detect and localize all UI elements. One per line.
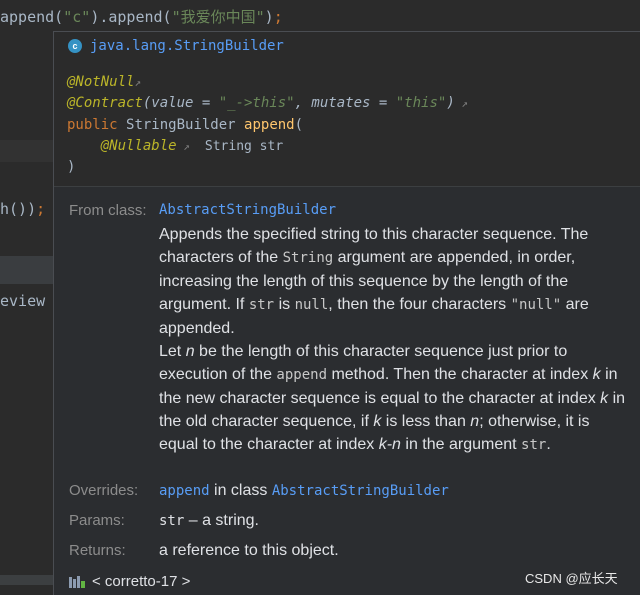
overrides-class-link[interactable]: AbstractStringBuilder bbox=[272, 483, 449, 499]
string-literal: "我爱你中国" bbox=[171, 8, 265, 26]
editor-current-line bbox=[0, 256, 54, 284]
external-link-arrow-icon[interactable]: ↗ bbox=[134, 76, 141, 89]
parameter-line: @Nullable ↗ String str bbox=[67, 138, 283, 154]
contract-annotation-line: @Contract(value = "_->this", mutates = "… bbox=[67, 95, 468, 111]
contract-value: "_->this" bbox=[218, 95, 295, 111]
param-name: str bbox=[159, 513, 185, 529]
returns-value: a reference to this object. bbox=[159, 542, 339, 559]
method-name: append bbox=[244, 117, 295, 133]
param-description: – a string. bbox=[184, 512, 259, 529]
modifier-keyword: public bbox=[67, 117, 118, 133]
class-icon: c bbox=[68, 39, 82, 53]
code-text: ) bbox=[264, 8, 274, 26]
from-class-link[interactable]: AbstractStringBuilder bbox=[159, 202, 336, 218]
description-text: is bbox=[274, 296, 295, 313]
description-text: method. Then the character at index bbox=[327, 366, 593, 383]
overrides-text: in class bbox=[209, 482, 272, 499]
contract-args: ) bbox=[446, 95, 455, 111]
paren: ( bbox=[294, 117, 304, 133]
library-name: < corretto-17 > bbox=[92, 573, 191, 590]
notnull-annotation-line: @NotNull↗ bbox=[67, 74, 141, 90]
return-type: StringBuilder bbox=[126, 117, 236, 133]
math-variable: k bbox=[600, 390, 609, 407]
params-value: str – a string. bbox=[159, 512, 259, 530]
quick-documentation-popup[interactable]: c java.lang.StringBuilder @NotNull↗ @Con… bbox=[53, 31, 640, 595]
description-text: , then the four characters bbox=[328, 296, 511, 313]
description-paragraph: Let n be the length of this character se… bbox=[159, 340, 629, 457]
class-header: c java.lang.StringBuilder bbox=[68, 38, 284, 54]
code-text: ).append( bbox=[90, 8, 172, 26]
closing-paren: ) bbox=[67, 159, 76, 175]
method-declaration-line: public StringBuilder append( bbox=[67, 117, 303, 133]
watermark: CSDN @应长天 bbox=[525, 571, 618, 586]
overrides-value: append in class AbstractStringBuilder bbox=[159, 482, 449, 500]
signature-section: c java.lang.StringBuilder @NotNull↗ @Con… bbox=[54, 32, 640, 187]
inline-code: str bbox=[521, 437, 547, 453]
inline-code: append bbox=[276, 367, 327, 383]
description-text: is less than bbox=[381, 413, 471, 430]
parameter-declaration: String str bbox=[204, 139, 284, 154]
overrides-method-link[interactable]: append bbox=[159, 483, 210, 499]
inline-code: String bbox=[282, 250, 334, 266]
inline-code: null bbox=[294, 297, 329, 313]
inline-code: str bbox=[248, 297, 275, 313]
semicolon: ; bbox=[273, 8, 283, 26]
notnull-annotation[interactable]: @NotNull bbox=[67, 74, 134, 90]
contract-args: (value = bbox=[142, 95, 219, 111]
class-name-link[interactable]: java.lang.StringBuilder bbox=[90, 38, 284, 54]
math-variable: k-n bbox=[378, 436, 401, 453]
contract-annotation[interactable]: @Contract bbox=[67, 95, 143, 111]
code-line-append[interactable]: append("c").append("我爱你中国"); bbox=[0, 6, 283, 27]
code-line-partial[interactable]: h()); bbox=[0, 200, 45, 218]
overrides-label: Overrides: bbox=[69, 482, 139, 499]
method-description: Appends the specified string to this cha… bbox=[159, 223, 629, 457]
library-icon bbox=[69, 575, 85, 588]
library-footer[interactable]: < corretto-17 > bbox=[68, 573, 190, 590]
semicolon: ; bbox=[36, 200, 46, 218]
description-text: Let bbox=[159, 343, 186, 360]
params-label: Params: bbox=[69, 512, 125, 529]
description-text: . bbox=[546, 436, 551, 453]
description-paragraph: Appends the specified string to this cha… bbox=[159, 223, 629, 340]
string-literal: "c" bbox=[63, 8, 91, 26]
external-link-arrow-icon[interactable]: ↗ bbox=[455, 97, 468, 110]
inline-code: "null" bbox=[510, 297, 562, 313]
returns-label: Returns: bbox=[69, 542, 126, 559]
horizontal-scrollbar[interactable] bbox=[0, 575, 54, 585]
description-text: in the argument bbox=[400, 436, 522, 453]
code-line-review[interactable]: eview bbox=[0, 292, 45, 310]
math-variable: k bbox=[592, 366, 601, 383]
contract-mutates: "this" bbox=[395, 95, 447, 111]
external-link-arrow-icon[interactable]: ↗ bbox=[177, 140, 197, 153]
editor-line-highlight bbox=[0, 140, 54, 162]
contract-args: , mutates = bbox=[294, 95, 396, 111]
from-class-label: From class: bbox=[69, 202, 147, 219]
nullable-annotation[interactable]: @Nullable bbox=[101, 138, 177, 154]
math-variable: n bbox=[185, 343, 195, 360]
code-text: append( bbox=[0, 8, 64, 26]
math-variable: n bbox=[470, 413, 480, 430]
code-text: h()) bbox=[0, 200, 37, 218]
